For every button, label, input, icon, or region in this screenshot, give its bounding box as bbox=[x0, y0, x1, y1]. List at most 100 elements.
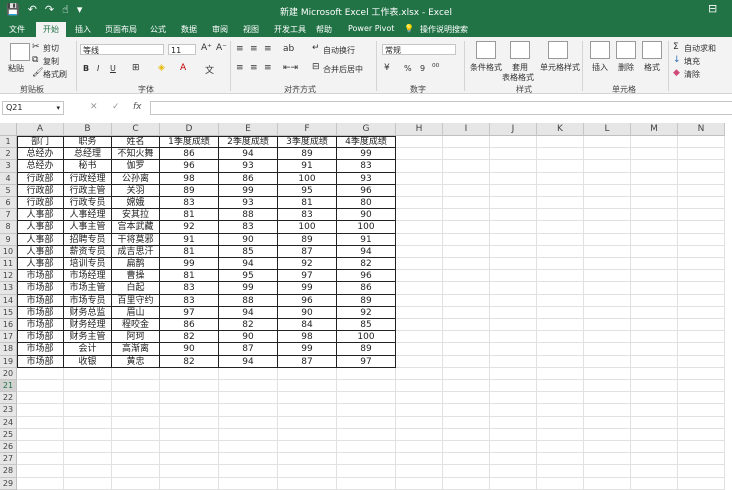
row-header-12[interactable]: 12 bbox=[0, 270, 17, 283]
row-header-1[interactable]: 1 bbox=[0, 136, 17, 149]
tab-help[interactable]: 帮助 bbox=[316, 24, 332, 35]
cell-F21[interactable] bbox=[278, 380, 337, 393]
align-left-icon[interactable]: ≡ bbox=[236, 63, 244, 73]
cell-D18[interactable]: 90 bbox=[160, 343, 219, 356]
row-header-7[interactable]: 7 bbox=[0, 209, 17, 222]
cell-G19[interactable]: 97 bbox=[337, 355, 396, 368]
cell-C22[interactable] bbox=[112, 392, 160, 405]
cell-E26[interactable] bbox=[219, 441, 278, 454]
cell-C27[interactable] bbox=[112, 453, 160, 466]
cell-M11[interactable] bbox=[631, 258, 678, 271]
cell-A23[interactable] bbox=[17, 404, 64, 417]
cell-L25[interactable] bbox=[584, 428, 631, 441]
wrap-text-icon[interactable]: ↵ bbox=[312, 43, 320, 53]
cell-I26[interactable] bbox=[443, 441, 490, 454]
cell-J27[interactable] bbox=[490, 453, 537, 466]
cell-N17[interactable] bbox=[678, 331, 725, 344]
cell-N26[interactable] bbox=[678, 441, 725, 454]
cell-F4[interactable]: 100 bbox=[278, 172, 337, 185]
cell-J8[interactable] bbox=[490, 221, 537, 234]
clear-icon[interactable]: ◆ bbox=[673, 68, 680, 78]
cell-H3[interactable] bbox=[396, 160, 443, 173]
cell-L27[interactable] bbox=[584, 453, 631, 466]
cell-M8[interactable] bbox=[631, 221, 678, 234]
tell-me-search[interactable]: 操作说明搜索 bbox=[420, 24, 468, 35]
merge-center-button[interactable]: 合并后居中 bbox=[323, 64, 363, 75]
align-right-icon[interactable]: ≡ bbox=[264, 63, 272, 73]
font-color-icon[interactable]: A bbox=[180, 63, 186, 73]
cell-C16[interactable]: 程咬金 bbox=[112, 319, 160, 332]
cell-N14[interactable] bbox=[678, 294, 725, 307]
cell-A11[interactable]: 人事部 bbox=[17, 258, 64, 271]
cell-N24[interactable] bbox=[678, 416, 725, 429]
cell-C17[interactable]: 阿珂 bbox=[112, 331, 160, 344]
clear-button[interactable]: 清除 bbox=[684, 69, 700, 80]
increase-font-icon[interactable]: A⁺ bbox=[201, 43, 212, 53]
phonetic-icon[interactable]: 文 bbox=[205, 63, 214, 76]
cell-D8[interactable]: 92 bbox=[160, 221, 219, 234]
cell-G16[interactable]: 85 bbox=[337, 319, 396, 332]
cell-D6[interactable]: 83 bbox=[160, 197, 219, 210]
cell-D15[interactable]: 97 bbox=[160, 306, 219, 319]
column-header-A[interactable]: A bbox=[17, 123, 64, 136]
paste-icon[interactable] bbox=[10, 43, 30, 61]
select-all-corner[interactable] bbox=[0, 123, 17, 136]
cell-K25[interactable] bbox=[537, 428, 584, 441]
cell-E9[interactable]: 90 bbox=[219, 233, 278, 246]
cell-D1[interactable]: 1季度成绩 bbox=[160, 136, 219, 149]
cell-F7[interactable]: 83 bbox=[278, 209, 337, 222]
cell-D14[interactable]: 83 bbox=[160, 294, 219, 307]
insert-function-icon[interactable]: fx bbox=[133, 102, 142, 112]
cell-K7[interactable] bbox=[537, 209, 584, 222]
cell-C23[interactable] bbox=[112, 404, 160, 417]
cell-N13[interactable] bbox=[678, 282, 725, 295]
cell-N12[interactable] bbox=[678, 270, 725, 283]
fill-icon[interactable]: ↓ bbox=[673, 55, 681, 65]
cell-A1[interactable]: 部门 bbox=[17, 136, 64, 149]
cell-H25[interactable] bbox=[396, 428, 443, 441]
cell-F27[interactable] bbox=[278, 453, 337, 466]
cell-I28[interactable] bbox=[443, 465, 490, 478]
cell-K3[interactable] bbox=[537, 160, 584, 173]
cell-B17[interactable]: 财务主管 bbox=[64, 331, 112, 344]
cell-E17[interactable]: 90 bbox=[219, 331, 278, 344]
cell-E20[interactable] bbox=[219, 367, 278, 380]
cell-G5[interactable]: 96 bbox=[337, 184, 396, 197]
cell-I27[interactable] bbox=[443, 453, 490, 466]
cell-K19[interactable] bbox=[537, 355, 584, 368]
column-header-I[interactable]: I bbox=[443, 123, 490, 136]
cell-L17[interactable] bbox=[584, 331, 631, 344]
cell-G8[interactable]: 100 bbox=[337, 221, 396, 234]
cell-L11[interactable] bbox=[584, 258, 631, 271]
cell-K6[interactable] bbox=[537, 197, 584, 210]
cell-N10[interactable] bbox=[678, 245, 725, 258]
cell-B6[interactable]: 行政专员 bbox=[64, 197, 112, 210]
cell-G25[interactable] bbox=[337, 428, 396, 441]
row-header-24[interactable]: 24 bbox=[0, 416, 17, 429]
cell-L23[interactable] bbox=[584, 404, 631, 417]
currency-icon[interactable]: ¥ bbox=[384, 63, 390, 73]
cell-M28[interactable] bbox=[631, 465, 678, 478]
align-middle-icon[interactable]: ≡ bbox=[250, 44, 258, 54]
cell-J7[interactable] bbox=[490, 209, 537, 222]
cell-C24[interactable] bbox=[112, 416, 160, 429]
cell-N9[interactable] bbox=[678, 233, 725, 246]
row-header-5[interactable]: 5 bbox=[0, 184, 17, 197]
cell-K26[interactable] bbox=[537, 441, 584, 454]
cell-N19[interactable] bbox=[678, 355, 725, 368]
paste-button[interactable]: 粘贴 bbox=[8, 63, 24, 74]
cell-C11[interactable]: 扁鹊 bbox=[112, 258, 160, 271]
cell-A12[interactable]: 市场部 bbox=[17, 270, 64, 283]
cell-G28[interactable] bbox=[337, 465, 396, 478]
cell-L5[interactable] bbox=[584, 184, 631, 197]
conditional-format-icon[interactable] bbox=[476, 41, 496, 59]
cell-F15[interactable]: 90 bbox=[278, 306, 337, 319]
row-header-14[interactable]: 14 bbox=[0, 294, 17, 307]
cell-I3[interactable] bbox=[443, 160, 490, 173]
cell-E4[interactable]: 86 bbox=[219, 172, 278, 185]
cell-F1[interactable]: 3季度成绩 bbox=[278, 136, 337, 149]
cell-J17[interactable] bbox=[490, 331, 537, 344]
fill-button[interactable]: 填充 bbox=[684, 56, 700, 67]
cell-I20[interactable] bbox=[443, 367, 490, 380]
cell-N15[interactable] bbox=[678, 306, 725, 319]
